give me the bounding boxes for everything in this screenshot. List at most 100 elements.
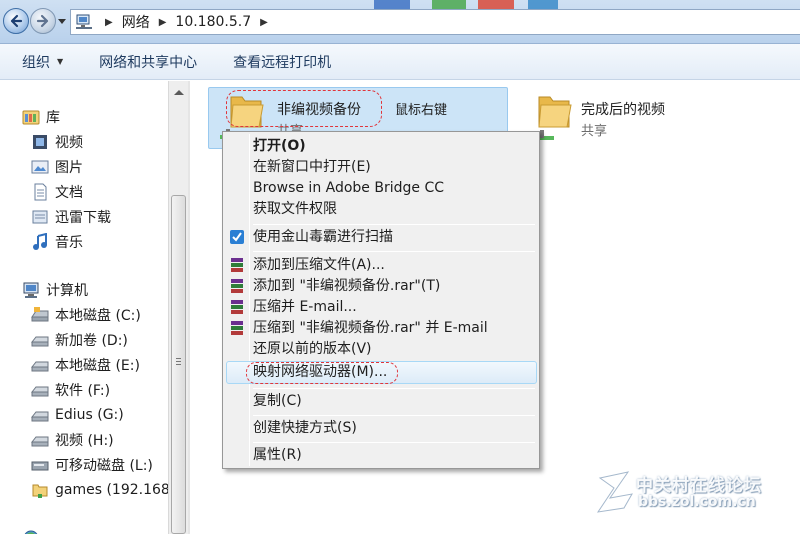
network-globe-icon xyxy=(24,530,38,534)
folder-name[interactable]: 完成后的视频 xyxy=(581,99,665,119)
sidebar-item-pictures[interactable]: 图片 xyxy=(31,156,83,178)
annotation-highlight xyxy=(246,362,398,384)
sidebar-item-label: 库 xyxy=(46,110,60,126)
sidebar-item-video[interactable]: 视频 xyxy=(31,131,83,153)
hard-drive-icon xyxy=(31,361,49,372)
sidebar-item-label: Edius (G:) xyxy=(55,407,124,423)
winrar-icon xyxy=(231,300,243,314)
address-bar-area: ▶ 网络 ▶ 10.180.5.7 ▶ xyxy=(0,0,800,44)
menu-item-open-new-window[interactable]: 在新窗口中打开(E) xyxy=(253,157,371,178)
organize-button[interactable]: 组织 ▼ xyxy=(22,52,63,72)
annotation-highlight xyxy=(226,90,382,127)
sidebar-item-drive-d[interactable]: 新加卷 (D:) xyxy=(31,329,128,351)
scroll-up-arrow-icon[interactable] xyxy=(174,90,184,95)
sidebar-item-documents[interactable]: 文档 xyxy=(31,181,83,203)
menu-item-virus-scan[interactable]: 使用金山毒霸进行扫描 xyxy=(253,227,393,248)
menu-item-take-ownership[interactable]: 获取文件权限 xyxy=(253,199,337,220)
menu-item-compress-rar-email[interactable]: 压缩到 "非编视频备份.rar" 并 E-mail xyxy=(253,318,488,339)
hard-drive-icon xyxy=(31,336,49,347)
network-icon xyxy=(76,14,92,29)
menu-item-compress-email[interactable]: 压缩并 E-mail... xyxy=(253,297,357,318)
sidebar-item-label: 本地磁盘 (E:) xyxy=(55,358,140,374)
grip-icon xyxy=(176,358,181,366)
menu-item-properties[interactable]: 属性(R) xyxy=(253,445,302,466)
music-library-icon xyxy=(33,233,47,250)
download-folder-icon xyxy=(32,210,48,224)
sidebar-item-drive-e[interactable]: 本地磁盘 (E:) xyxy=(31,354,140,376)
address-field[interactable]: ▶ 网络 ▶ 10.180.5.7 ▶ xyxy=(70,9,800,35)
menu-separator xyxy=(253,224,535,225)
hard-drive-icon xyxy=(31,386,49,397)
recent-pages-dropdown[interactable] xyxy=(58,17,66,25)
sidebar-item-computer[interactable]: 计算机 xyxy=(22,279,88,301)
chevron-down-icon: ▼ xyxy=(57,57,64,66)
command-bar: 组织 ▼ 网络和共享中心 查看远程打印机 xyxy=(0,44,800,80)
menu-separator xyxy=(253,415,535,416)
sidebar-item-network[interactable] xyxy=(22,527,46,534)
sidebar-item-label: 新加卷 (D:) xyxy=(55,333,128,349)
pictures-library-icon xyxy=(31,160,49,174)
folder-icon xyxy=(538,96,572,128)
zol-logo-icon xyxy=(594,469,635,514)
library-icon xyxy=(22,110,40,125)
sidebar-scrollbar[interactable] xyxy=(168,81,188,534)
zol-watermark: 中关村在线论坛 bbs.zol.com.cn xyxy=(594,468,794,518)
antivirus-icon xyxy=(230,230,244,244)
breadcrumb-separator[interactable]: ▶ xyxy=(260,17,268,28)
context-menu: 打开(O) 在新窗口中打开(E) Browse in Adobe Bridge … xyxy=(222,131,540,469)
sidebar-item-library[interactable]: 库 xyxy=(22,106,60,128)
network-drive-icon xyxy=(32,484,48,498)
breadcrumb-separator[interactable]: ▶ xyxy=(105,17,113,28)
watermark-url: bbs.zol.com.cn xyxy=(638,494,756,510)
menu-item-copy[interactable]: 复制(C) xyxy=(253,391,302,412)
menu-item-create-shortcut[interactable]: 创建快捷方式(S) xyxy=(253,418,357,439)
forward-button[interactable] xyxy=(30,8,56,34)
menu-item-add-to-archive[interactable]: 添加到压缩文件(A)... xyxy=(253,255,385,276)
sidebar-item-label: 视频 (H:) xyxy=(55,433,114,449)
removable-drive-icon xyxy=(31,461,49,471)
annotation-text: 鼠标右键 xyxy=(395,103,448,118)
breadcrumb-network[interactable]: 网络 xyxy=(122,12,150,32)
sidebar-item-label: 图片 xyxy=(55,160,83,176)
menu-separator xyxy=(253,442,535,443)
sidebar-item-drive-g[interactable]: Edius (G:) xyxy=(31,404,124,426)
sidebar-item-music[interactable]: 音乐 xyxy=(31,231,83,253)
menu-item-add-to-rar[interactable]: 添加到 "非编视频备份.rar"(T) xyxy=(253,276,440,297)
winrar-icon xyxy=(231,279,243,293)
winrar-icon xyxy=(231,258,243,272)
arrow-right-icon xyxy=(36,14,49,28)
hard-drive-icon xyxy=(31,436,49,447)
menu-separator xyxy=(253,251,535,252)
menu-separator xyxy=(253,388,535,389)
folder-status: 共享 xyxy=(581,124,608,139)
view-remote-printers-button[interactable]: 查看远程打印机 xyxy=(233,52,331,72)
sidebar-item-label: 视频 xyxy=(55,135,83,151)
sidebar-item-drive-l[interactable]: 可移动磁盘 (L:) xyxy=(31,454,153,476)
network-sharing-center-button[interactable]: 网络和共享中心 xyxy=(99,52,197,72)
organize-label: 组织 xyxy=(22,54,50,71)
sidebar-item-label: 可移动磁盘 (L:) xyxy=(55,458,153,474)
menu-item-browse-bridge[interactable]: Browse in Adobe Bridge CC xyxy=(253,178,444,199)
menu-item-restore-previous-versions[interactable]: 还原以前的版本(V) xyxy=(253,339,372,360)
back-button[interactable] xyxy=(3,8,29,34)
breadcrumb-separator[interactable]: ▶ xyxy=(159,17,167,28)
sidebar-item-label: 软件 (F:) xyxy=(55,383,111,399)
sidebar-item-drive-f[interactable]: 软件 (F:) xyxy=(31,379,110,401)
sidebar-item-label: games (192.168. xyxy=(55,482,175,498)
sidebar-item-drive-h[interactable]: 视频 (H:) xyxy=(31,429,114,451)
sidebar-item-label: 本地磁盘 (C:) xyxy=(55,308,141,324)
arrow-left-icon xyxy=(10,14,23,28)
navigation-pane: 库 视频 图片 文档 迅雷下载 音乐 计算机 本地磁盘 (C:) 新加卷 (D:… xyxy=(0,81,174,534)
winrar-icon xyxy=(231,321,243,335)
sidebar-item-xunlei-download[interactable]: 迅雷下载 xyxy=(31,206,111,228)
system-drive-icon xyxy=(31,307,49,322)
scrollbar-thumb[interactable] xyxy=(171,195,186,534)
sidebar-item-drive-c[interactable]: 本地磁盘 (C:) xyxy=(31,304,141,326)
sidebar-item-label: 文档 xyxy=(55,185,83,201)
breadcrumb-host[interactable]: 10.180.5.7 xyxy=(175,14,251,30)
hard-drive-icon xyxy=(31,411,49,422)
documents-library-icon xyxy=(34,183,47,201)
sidebar-item-label: 音乐 xyxy=(55,235,83,251)
sidebar-item-games-share[interactable]: games (192.168. xyxy=(31,479,174,501)
menu-item-open[interactable]: 打开(O) xyxy=(253,136,306,157)
